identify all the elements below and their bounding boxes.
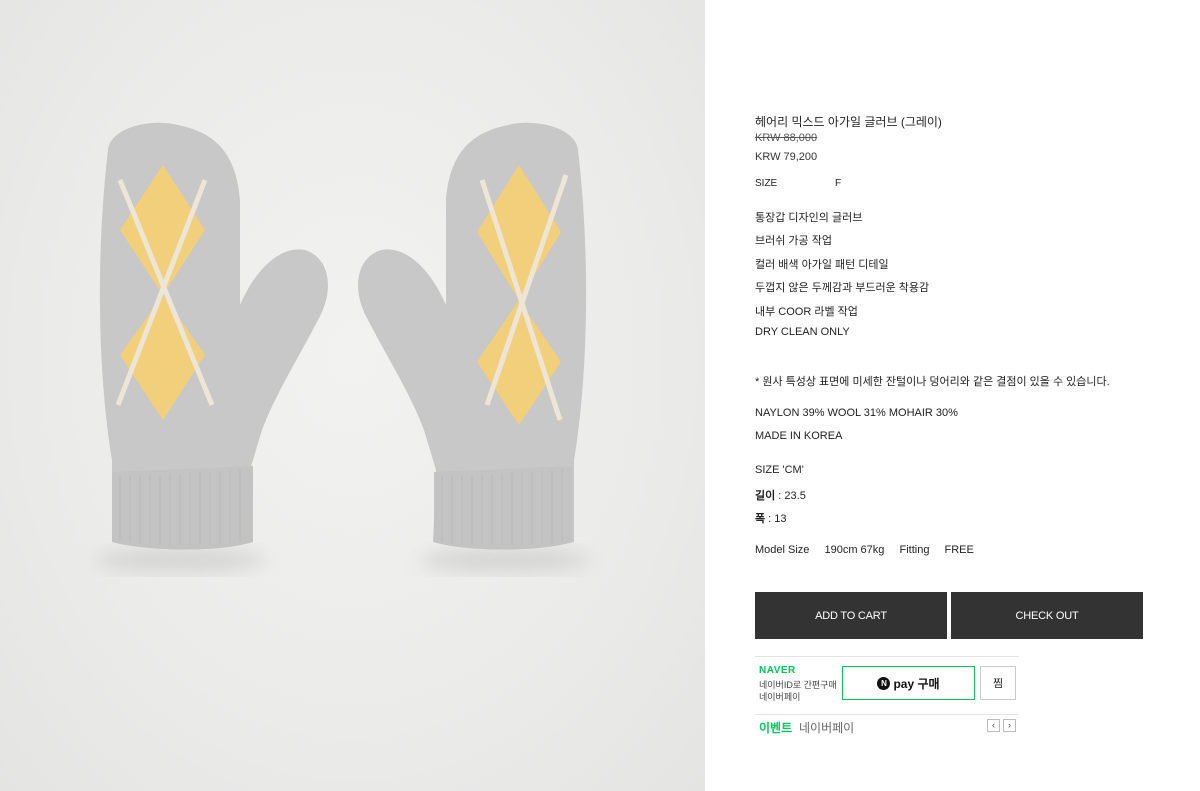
next-arrow-icon[interactable]: › xyxy=(1003,719,1016,732)
feature-item: 통장갑 디자인의 글러브 xyxy=(755,212,863,224)
feature-item: DRY CLEAN ONLY xyxy=(755,326,850,338)
feature-item: 내부 COOR 라벨 작업 xyxy=(755,306,858,318)
model-size-row: Model Size 190cm 67kg Fitting FREE xyxy=(755,544,974,556)
fitting-label: Fitting xyxy=(899,544,930,556)
right-mitten xyxy=(358,122,587,550)
width-value: : 13 xyxy=(765,513,787,525)
divider xyxy=(755,714,1019,715)
product-page: 헤어리 믹스드 아가일 글러브 (그레이) KRW 88,000 KRW 79,… xyxy=(0,0,1200,791)
npay-buy-button[interactable]: N pay 구매 xyxy=(842,666,975,700)
length-label: 길이 xyxy=(755,490,776,502)
size-label: SIZE xyxy=(755,178,778,189)
width-label: 폭 xyxy=(755,513,766,525)
notice-text: * 원사 특성상 표면에 미세한 잔털이나 덩어리와 같은 결점이 있을 수 있… xyxy=(755,376,1110,388)
size-row: SIZE F xyxy=(755,178,841,189)
event-label: 이벤트 xyxy=(759,721,793,735)
sale-price: KRW 79,200 xyxy=(755,151,818,163)
product-photo xyxy=(0,0,705,791)
check-out-button[interactable]: CHECK OUT xyxy=(951,592,1143,639)
naver-logo: NAVER xyxy=(759,665,796,676)
npay-n-icon: N xyxy=(877,676,891,690)
product-title: 헤어리 믹스드 아가일 글러브 (그레이) xyxy=(755,115,942,129)
npay-buy-label: pay 구매 xyxy=(893,676,940,691)
model-size-label: Model Size xyxy=(755,544,810,556)
naver-pay-box: NAVER 네이버ID로 간편구매 네이버페이 N pay 구매 찜 이벤트 네… xyxy=(755,656,1019,736)
event-text: 네이버페이 xyxy=(799,721,855,735)
size-unit: SIZE 'CM' xyxy=(755,464,804,476)
origin-text: MADE IN KOREA xyxy=(755,430,843,442)
mittens-illustration xyxy=(95,122,590,572)
model-size-value: 190cm 67kg xyxy=(824,544,885,556)
original-price: KRW 88,000 xyxy=(755,132,818,144)
naver-sub-text: 네이버페이 xyxy=(759,692,801,702)
material-text: NAYLON 39% WOOL 31% MOHAIR 30% xyxy=(755,407,958,419)
length-value: : 23.5 xyxy=(775,490,806,502)
width-row: 폭 : 13 xyxy=(755,510,787,526)
feature-item: 브러쉬 가공 작업 xyxy=(755,235,832,247)
add-to-cart-button[interactable]: ADD TO CART xyxy=(755,592,947,639)
length-row: 길이 : 23.5 xyxy=(755,487,806,503)
feature-item: 두껍지 않은 두께감과 부드러운 착용감 xyxy=(755,282,930,294)
feature-item: 컬러 배색 아가일 패턴 디테일 xyxy=(755,259,889,271)
fitting-value: FREE xyxy=(944,544,974,556)
size-option-f[interactable]: F xyxy=(835,178,841,189)
divider xyxy=(755,656,1019,657)
prev-arrow-icon[interactable]: ‹ xyxy=(987,719,1000,732)
wishlist-button[interactable]: 찜 xyxy=(980,666,1016,700)
left-mitten xyxy=(99,122,328,550)
